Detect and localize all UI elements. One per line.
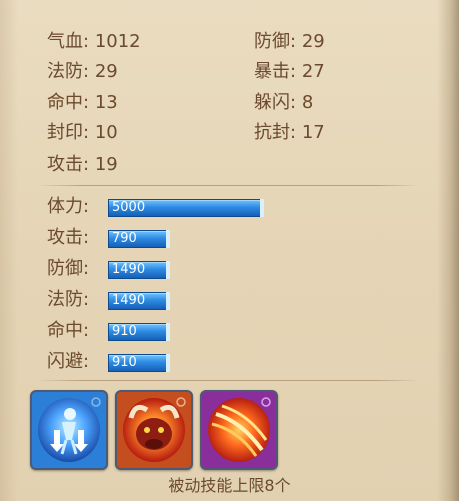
- stat-value: 13: [94, 92, 118, 113]
- stat-crit: 暴击: 27: [254, 59, 325, 85]
- stat-accuracy: 命中: 13: [47, 90, 118, 116]
- fire-slash-icon: [211, 397, 271, 457]
- aptitude-label-attack: 攻击:: [47, 227, 90, 248]
- paper-edge-right: [437, 0, 459, 501]
- aptitude-value: 910: [112, 355, 137, 370]
- stat-label: 暴击:: [254, 61, 297, 82]
- aptitude-bar-dodge: 910: [108, 354, 170, 372]
- skill-slot-2[interactable]: [115, 390, 193, 470]
- stat-hp: 气血: 1012: [47, 29, 141, 55]
- skill-slot-3[interactable]: [200, 390, 278, 470]
- aptitude-value: 1490: [112, 293, 146, 308]
- stat-label: 攻击:: [47, 154, 90, 175]
- stat-label: 法防:: [47, 61, 90, 82]
- skill-slot-1[interactable]: [30, 390, 108, 470]
- stat-value: 17: [301, 122, 325, 143]
- ice-strike-icon: [50, 397, 101, 455]
- bull-demon-icon: [128, 397, 186, 450]
- stat-label: 躲闪:: [254, 92, 297, 113]
- paper-edge-left: [0, 0, 18, 501]
- section-divider-top: [36, 185, 421, 186]
- aptitude-label-dodge: 闪避:: [47, 351, 90, 372]
- stat-defense: 防御: 29: [254, 29, 325, 55]
- section-divider-bottom: [36, 380, 421, 381]
- stat-value: 29: [94, 61, 118, 82]
- aptitude-bar-stamina: 5000: [108, 199, 264, 217]
- stat-magic-defense: 法防: 29: [47, 59, 118, 85]
- stat-label: 防御:: [254, 31, 297, 52]
- stat-value: 8: [301, 92, 314, 113]
- aptitude-label-magic-defense: 法防:: [47, 289, 90, 310]
- stat-value: 10: [94, 122, 118, 143]
- stat-value: 27: [301, 61, 325, 82]
- aptitude-bar-defense: 1490: [108, 261, 170, 279]
- stat-seal-resist: 抗封: 17: [254, 120, 325, 146]
- passive-skill-limit-text: 被动技能上限8个: [168, 476, 291, 495]
- aptitude-bar-attack: 790: [108, 230, 170, 248]
- stat-seal: 封印: 10: [47, 120, 118, 146]
- stat-label: 封印:: [47, 122, 90, 143]
- stat-label: 气血:: [47, 31, 90, 52]
- stat-value: 1012: [94, 31, 141, 52]
- aptitude-value: 790: [112, 231, 137, 246]
- pet-attribute-panel: 气血: 1012 防御: 29 法防: 29 暴击: 27 命中: 13 躲闪:…: [0, 0, 459, 501]
- stat-value: 29: [301, 31, 325, 52]
- aptitude-value: 910: [112, 324, 137, 339]
- aptitude-label-stamina: 体力:: [47, 196, 90, 217]
- aptitude-label-accuracy: 命中:: [47, 320, 90, 341]
- aptitude-label-defense: 防御:: [47, 258, 90, 279]
- stat-evasion: 躲闪: 8: [254, 90, 313, 116]
- stat-label: 抗封:: [254, 122, 297, 143]
- stat-attack: 攻击: 19: [47, 152, 118, 178]
- aptitude-bar-magic-defense: 1490: [108, 292, 170, 310]
- aptitude-value: 5000: [112, 200, 146, 215]
- aptitude-bar-accuracy: 910: [108, 323, 170, 341]
- aptitude-value: 1490: [112, 262, 146, 277]
- stat-value: 19: [94, 154, 118, 175]
- stat-label: 命中:: [47, 92, 90, 113]
